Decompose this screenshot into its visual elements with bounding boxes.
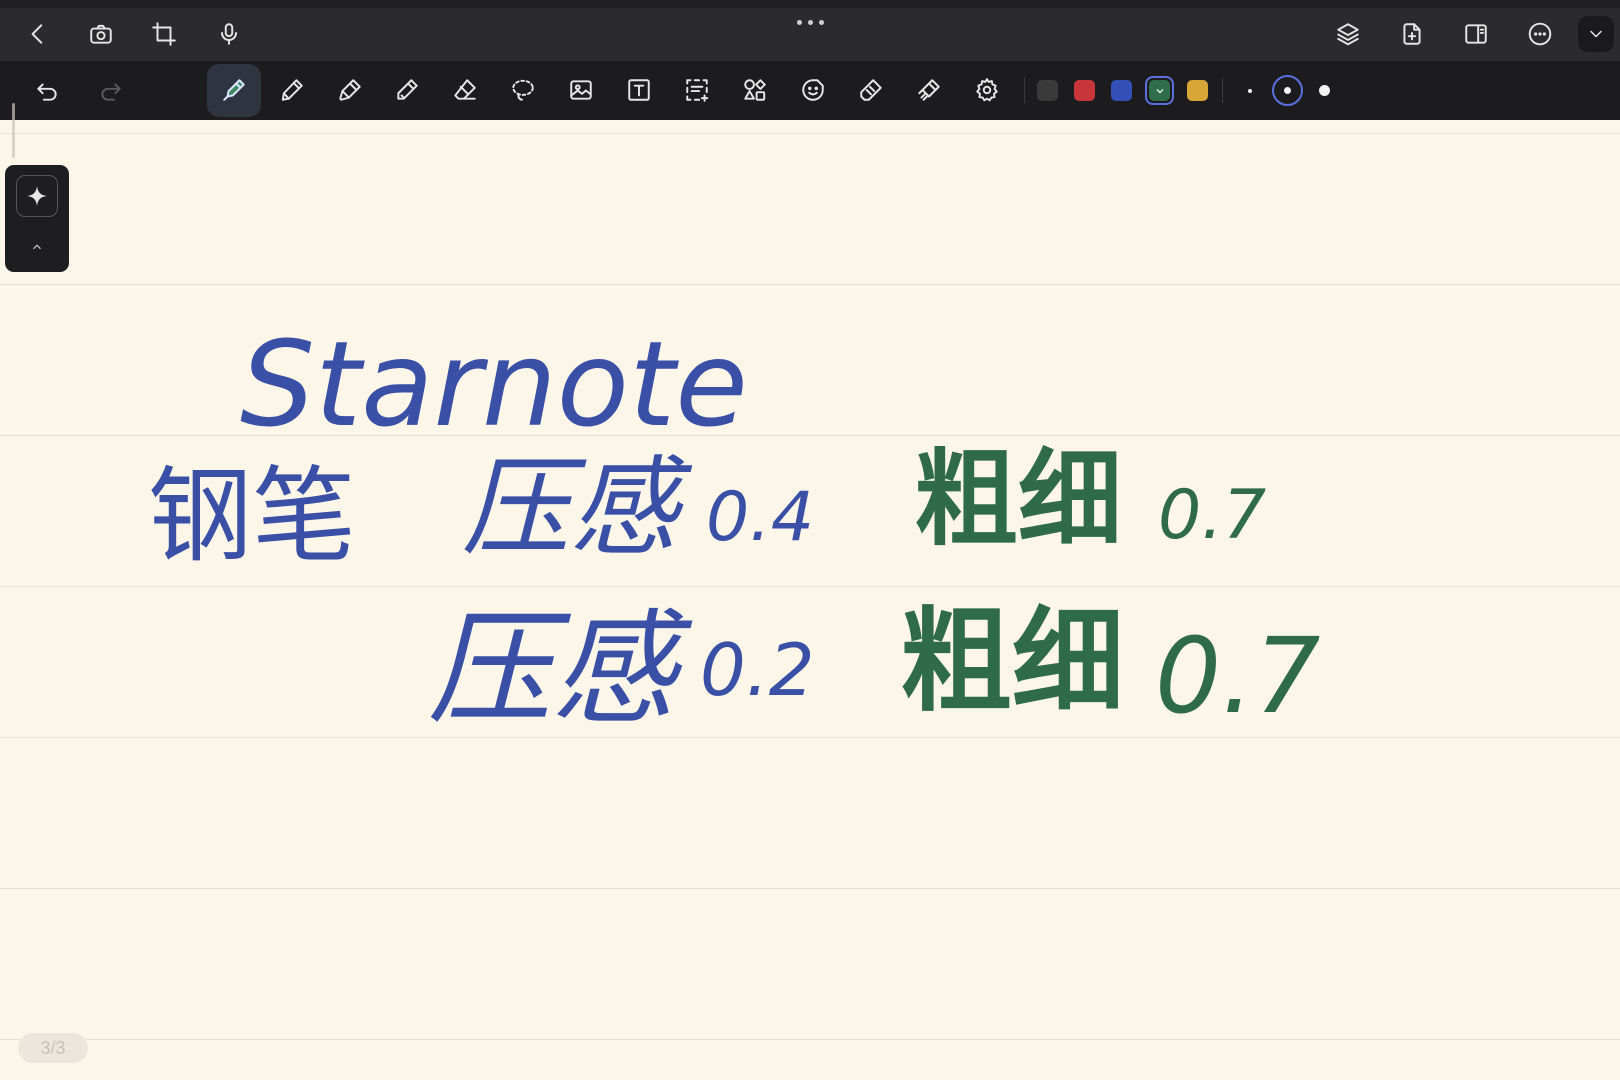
- more-options-icon[interactable]: [1520, 14, 1560, 54]
- eraser-icon[interactable]: [445, 70, 485, 110]
- ruled-line: [0, 284, 1620, 285]
- undo-icon[interactable]: [27, 71, 67, 111]
- chevron-down-icon: [1155, 88, 1164, 94]
- color-swatch-black[interactable]: [1037, 80, 1058, 101]
- ruled-line: [0, 888, 1620, 889]
- tape-icon[interactable]: [909, 70, 949, 110]
- ai-assistant-panel: [5, 165, 69, 272]
- toolbar-separator: [1024, 77, 1025, 103]
- stroke-size-large[interactable]: [1319, 85, 1330, 96]
- ruled-line: [0, 737, 1620, 738]
- chevron-up-icon[interactable]: [25, 235, 49, 259]
- pencil-icon[interactable]: [272, 70, 312, 110]
- sparkle-icon: [27, 186, 47, 206]
- redo-icon[interactable]: [91, 71, 131, 111]
- color-swatch-blue[interactable]: [1111, 80, 1132, 101]
- scroll-indicator[interactable]: [12, 103, 15, 158]
- shapes-icon[interactable]: [735, 70, 775, 110]
- more-dots-icon[interactable]: [785, 14, 835, 30]
- ruled-line: [0, 133, 1620, 134]
- page-indicator[interactable]: 3/3: [18, 1033, 88, 1063]
- highlighter-icon[interactable]: [387, 70, 427, 110]
- marker-icon[interactable]: [330, 70, 370, 110]
- ruled-line: [0, 1039, 1620, 1040]
- add-page-icon[interactable]: [1392, 14, 1432, 54]
- note-canvas[interactable]: [0, 120, 1620, 1080]
- stroke-size-small[interactable]: [1248, 89, 1252, 93]
- back-icon[interactable]: [18, 14, 58, 54]
- ruled-line: [0, 435, 1620, 436]
- text-select-icon[interactable]: [677, 70, 717, 110]
- crop-icon[interactable]: [144, 14, 184, 54]
- settings-icon[interactable]: [967, 70, 1007, 110]
- status-strip: [0, 0, 1620, 8]
- layers-icon[interactable]: [1328, 14, 1368, 54]
- ai-sparkle-button[interactable]: [16, 175, 58, 217]
- ruled-line: [0, 586, 1620, 587]
- color-swatch-green[interactable]: [1149, 80, 1170, 101]
- toolbar-separator: [1222, 77, 1223, 103]
- sticker-icon[interactable]: [793, 70, 833, 110]
- lasso-icon[interactable]: [503, 70, 543, 110]
- microphone-icon[interactable]: [209, 14, 249, 54]
- color-swatch-red[interactable]: [1074, 80, 1095, 101]
- split-view-icon[interactable]: [1456, 14, 1496, 54]
- stroke-size-medium[interactable]: [1284, 87, 1291, 94]
- top-bar: [0, 0, 1620, 61]
- fountain-pen-icon[interactable]: [214, 70, 254, 110]
- color-swatch-yellow[interactable]: [1187, 80, 1208, 101]
- image-icon[interactable]: [561, 70, 601, 110]
- laser-pointer-icon[interactable]: [851, 70, 891, 110]
- camera-icon[interactable]: [81, 14, 121, 54]
- text-box-icon[interactable]: [619, 70, 659, 110]
- chevron-down-icon[interactable]: [1578, 16, 1614, 52]
